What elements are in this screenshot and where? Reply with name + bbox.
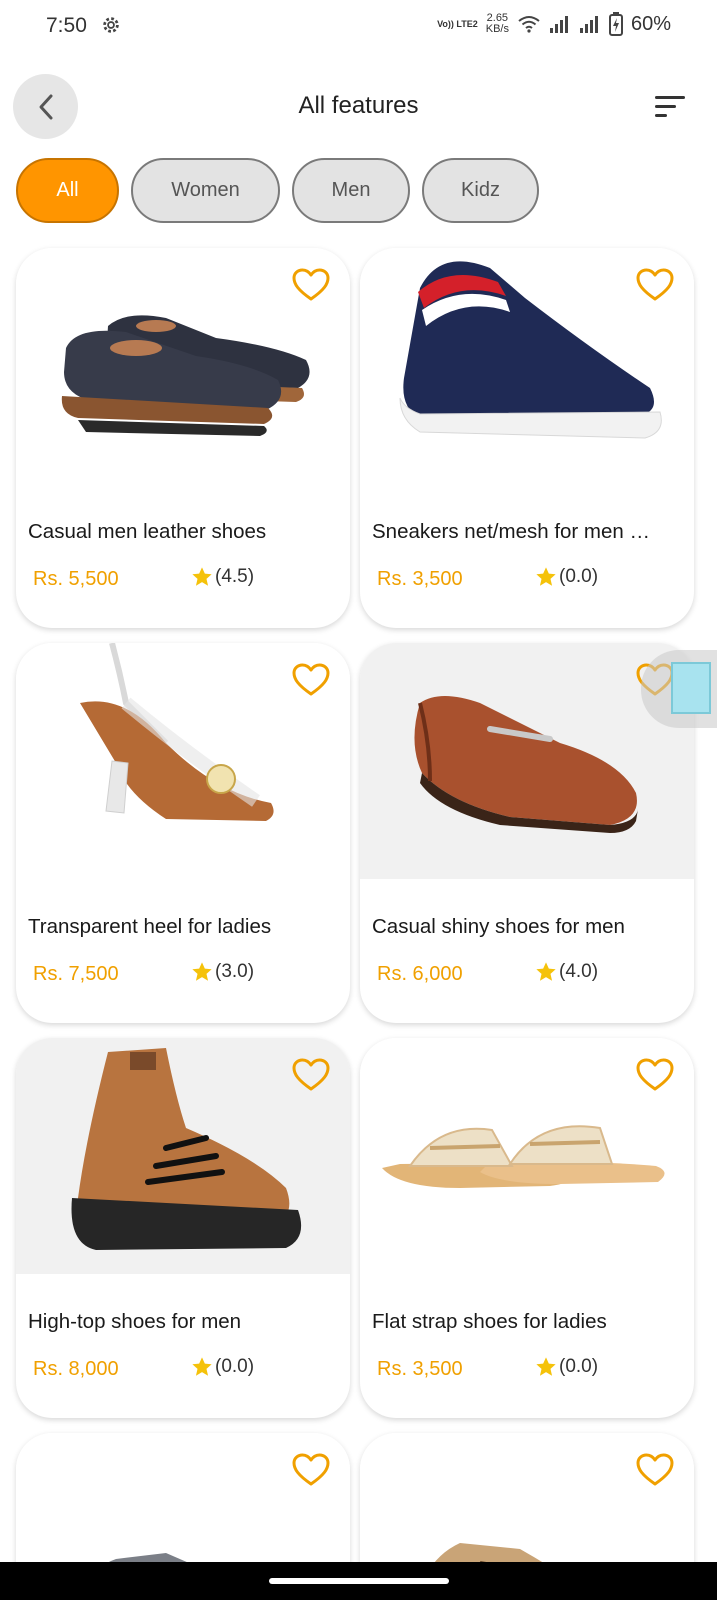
chip-women[interactable]: Women — [131, 158, 280, 223]
product-name: Transparent heel for ladies — [28, 915, 272, 938]
product-price: Rs. 6,000 — [377, 963, 463, 985]
battery-charging-icon — [608, 12, 623, 36]
product-name: Flat strap shoes for ladies — [372, 1310, 607, 1333]
product-price: Rs. 3,500 — [377, 1358, 463, 1380]
rating-value: (4.0) — [559, 961, 599, 982]
product-card[interactable]: Transparent heel for ladies Rs. 7,500 (3… — [16, 643, 350, 1023]
rating-value: (0.0) — [559, 566, 599, 587]
product-name: Casual shiny shoes for men — [372, 915, 625, 938]
star-icon — [192, 962, 212, 981]
star-icon — [536, 567, 556, 586]
volte-indicator: Vo)) LTE2 — [437, 18, 478, 29]
network-speed-unit: KB/s — [485, 23, 509, 35]
category-filter-chips: All Women Men Kidz — [16, 158, 539, 223]
signal-icon-2 — [579, 16, 598, 33]
rating-value: (3.0) — [215, 961, 255, 982]
product-price: Rs. 5,500 — [33, 568, 119, 590]
star-icon — [192, 1357, 212, 1376]
status-indicators: Vo)) LTE2 2.65 KB/s 60% — [437, 12, 671, 36]
system-nav-bar — [0, 1562, 717, 1600]
favorite-heart-icon[interactable] — [292, 1058, 330, 1092]
favorite-heart-icon[interactable] — [636, 268, 674, 302]
product-card[interactable]: Flat strap shoes for ladies Rs. 3,500 (0… — [360, 1038, 694, 1418]
status-time: 7:50 — [46, 14, 87, 37]
product-name: Casual men leather shoes — [28, 520, 267, 543]
sort-icon[interactable] — [653, 94, 687, 120]
product-price: Rs. 3,500 — [377, 568, 463, 590]
product-card[interactable]: Casual men leather shoes Rs. 5,500 (4.5) — [16, 248, 350, 628]
wifi-icon — [518, 16, 540, 33]
favorite-heart-icon[interactable] — [636, 1058, 674, 1092]
favorite-heart-icon[interactable] — [292, 268, 330, 302]
favorite-heart-icon[interactable] — [292, 1453, 330, 1487]
status-bar: 7:50 Vo)) LTE2 2.65 KB/s 60% — [0, 0, 717, 56]
product-price: Rs. 7,500 — [33, 963, 119, 985]
favorite-heart-icon[interactable] — [292, 663, 330, 697]
favorite-heart-icon[interactable] — [636, 1453, 674, 1487]
rating-value: (4.5) — [215, 566, 255, 587]
product-name: High-top shoes for men — [28, 1310, 242, 1333]
product-rating: (0.0) — [535, 1356, 598, 1378]
rating-value: (0.0) — [215, 1356, 255, 1377]
chip-kidz[interactable]: Kidz — [422, 158, 539, 223]
settings-gear-icon — [103, 17, 119, 33]
floating-bubble[interactable] — [641, 650, 717, 728]
star-icon — [192, 567, 212, 586]
product-rating: (0.0) — [191, 1356, 254, 1378]
battery-percent: 60% — [630, 12, 671, 35]
product-name: Sneakers net/mesh for men … — [372, 520, 651, 543]
signal-icon — [549, 16, 568, 33]
product-rating: (4.0) — [535, 961, 598, 983]
network-speed: 2.65 KB/s — [486, 13, 509, 35]
product-rating: (4.5) — [191, 566, 254, 588]
product-card[interactable]: Sneakers net/mesh for men … Rs. 3,500 (0… — [360, 248, 694, 628]
home-gesture-handle[interactable] — [269, 1578, 449, 1584]
chip-men[interactable]: Men — [292, 158, 410, 223]
floating-thumbnail — [671, 662, 711, 714]
product-rating: (3.0) — [191, 961, 254, 983]
star-icon — [536, 1357, 556, 1376]
product-price: Rs. 8,000 — [33, 1358, 119, 1380]
product-card[interactable]: High-top shoes for men Rs. 8,000 (0.0) — [16, 1038, 350, 1418]
star-icon — [536, 962, 556, 981]
chip-all[interactable]: All — [16, 158, 119, 223]
product-rating: (0.0) — [535, 566, 598, 588]
page-title: All features — [298, 92, 419, 119]
rating-value: (0.0) — [559, 1356, 599, 1377]
